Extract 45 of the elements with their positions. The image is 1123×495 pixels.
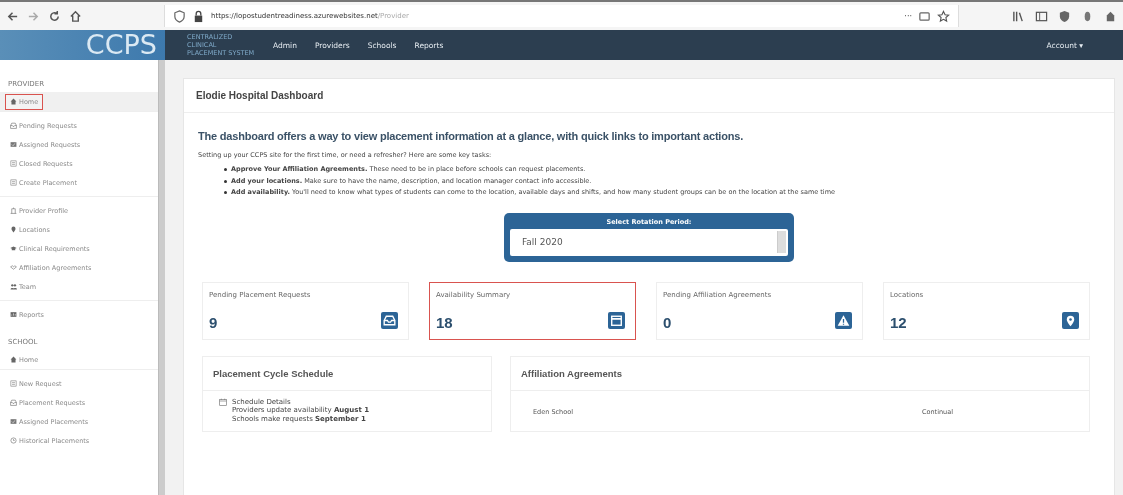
list-icon — [10, 179, 17, 186]
clock-icon — [10, 437, 17, 444]
page-actions-button[interactable]: ··· — [904, 11, 912, 21]
checklist-icon — [10, 141, 17, 148]
stat-value: 9 — [209, 313, 219, 331]
bullet-icon — [224, 179, 227, 183]
reload-icon[interactable] — [48, 9, 61, 23]
home-icon — [10, 98, 17, 105]
stat-value: 0 — [663, 313, 673, 331]
card-title: Affiliation Agreements — [511, 356, 1089, 391]
logo-banner[interactable]: CCPS — [0, 30, 165, 60]
home-icon[interactable] — [69, 9, 82, 23]
rotation-select[interactable]: Fall 2020 — [510, 228, 788, 256]
bullet-icon — [224, 191, 227, 195]
lock-icon — [192, 9, 205, 23]
graduation-cap-icon — [10, 245, 17, 252]
panel-title: Elodie Hospital Dashboard — [184, 79, 1114, 113]
star-icon[interactable] — [937, 9, 950, 23]
building-icon — [10, 207, 17, 214]
card-title: Placement Cycle Schedule — [203, 356, 491, 391]
warning-icon — [835, 311, 852, 329]
dashboard-heading: The dashboard offers a way to view placement information at a glance, with quick links to important actions. — [198, 130, 744, 142]
map-pin-icon — [1062, 311, 1079, 329]
checklist-icon — [10, 418, 17, 425]
users-icon — [10, 283, 17, 290]
shield-icon — [173, 9, 186, 23]
list-icon — [10, 160, 17, 167]
stat-value: 12 — [890, 313, 908, 331]
inbox-icon — [381, 311, 398, 329]
inbox-icon — [10, 399, 17, 406]
sidebar-icon[interactable] — [1035, 9, 1048, 23]
calendar-icon — [219, 397, 227, 406]
map-pin-icon — [10, 226, 17, 233]
reader-view-icon[interactable] — [918, 9, 931, 23]
list-icon — [10, 380, 17, 387]
stat-value: 18 — [436, 313, 454, 331]
home-icon — [10, 356, 17, 363]
chart-icon — [10, 311, 17, 318]
inbox-icon — [10, 122, 17, 129]
calendar-icon — [608, 311, 625, 329]
bullet-icon — [224, 168, 227, 172]
shield-icon[interactable] — [1058, 9, 1071, 23]
dropdown-icon — [777, 231, 786, 253]
library-icon[interactable] — [1012, 9, 1025, 23]
scrollbar[interactable] — [158, 60, 165, 495]
